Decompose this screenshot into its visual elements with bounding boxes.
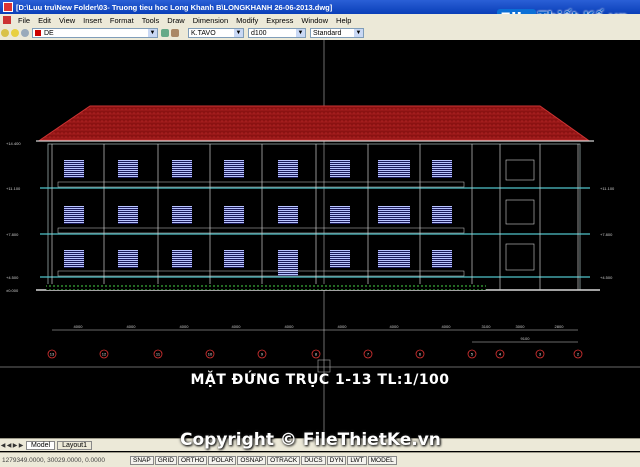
- level-label: +11.100: [6, 186, 21, 191]
- dimension-label: 2800: [555, 324, 565, 329]
- menu-help[interactable]: Help: [332, 16, 355, 25]
- tab-last-icon[interactable]: ▶: [18, 442, 24, 449]
- layer-value: DE: [44, 29, 54, 37]
- ortho-toggle[interactable]: ORTHO: [177, 455, 208, 465]
- grid-label: 8: [315, 352, 318, 357]
- overall-dimension-label: 9100: [521, 336, 531, 341]
- tab-model[interactable]: Model: [26, 440, 56, 450]
- menu-window[interactable]: Window: [297, 16, 332, 25]
- ducs-toggle[interactable]: DUCS: [301, 455, 326, 465]
- menu-modify[interactable]: Modify: [232, 16, 262, 25]
- dyn-toggle[interactable]: DYN: [326, 455, 347, 465]
- text-style-value: K.TAVO: [191, 29, 216, 37]
- level-label: ±0.000: [6, 288, 19, 293]
- dimension-label: 4000: [74, 324, 84, 329]
- dimension-label: 3000: [516, 324, 526, 329]
- menu-view[interactable]: View: [55, 16, 79, 25]
- dimension-label: 4000: [442, 324, 452, 329]
- grid-label: 3: [539, 352, 542, 357]
- level-label: +4.500: [6, 275, 19, 280]
- grid-label: 2: [577, 352, 580, 357]
- lwt-toggle[interactable]: LWT: [347, 455, 367, 465]
- level-label: +4.500: [600, 275, 613, 280]
- level-label: +14.400: [6, 141, 21, 146]
- title-bar: [D:\Luu tru\New Folder\03- Truong tieu h…: [0, 0, 640, 28]
- chevron-down-icon[interactable]: ▼: [148, 29, 157, 37]
- snap-toggle[interactable]: SNAP: [130, 455, 154, 465]
- grid-label: 11: [156, 352, 161, 357]
- menu-tools[interactable]: Tools: [138, 16, 164, 25]
- layer-dropdown[interactable]: DE ▼: [32, 28, 158, 38]
- window-title: [D:\Luu tru\New Folder\03- Truong tieu h…: [16, 2, 333, 12]
- windows-floor-1: [64, 250, 452, 276]
- dimension-label: 4000: [338, 324, 348, 329]
- layer-previous-icon[interactable]: [171, 29, 179, 37]
- drawing-caption: MẶT ĐỨNG TRỤC 1-13 TL:1/100: [190, 372, 450, 388]
- layer-color-swatch: [35, 30, 41, 36]
- grid-label: 12: [102, 352, 107, 357]
- grid-label: 6: [419, 352, 422, 357]
- menu-format[interactable]: Format: [106, 16, 138, 25]
- grid-label: 4: [499, 352, 502, 357]
- dimension-label: 4000: [390, 324, 400, 329]
- menu-express[interactable]: Express: [262, 16, 297, 25]
- table-style-dropdown[interactable]: Standard ▼: [310, 28, 364, 38]
- menu-draw[interactable]: Draw: [163, 16, 189, 25]
- layer-state-icon[interactable]: [1, 29, 9, 37]
- grid-label: 7: [367, 352, 370, 357]
- otrack-toggle[interactable]: OTRACK: [267, 455, 301, 465]
- status-bar: 1279349.0000, 30029.0000, 0.0000 SNAP GR…: [0, 452, 640, 467]
- roof: [38, 105, 590, 141]
- menu-edit[interactable]: Edit: [34, 16, 55, 25]
- autocad-app-icon[interactable]: [3, 2, 13, 12]
- menu-insert[interactable]: Insert: [79, 16, 106, 25]
- windows-floor-3: [64, 160, 452, 178]
- coordinates-readout: 1279349.0000, 30029.0000, 0.0000: [2, 456, 106, 464]
- grid-label: 13: [50, 352, 55, 357]
- table-style-value: Standard: [313, 29, 342, 37]
- dim-style-dropdown[interactable]: d100 ▼: [248, 28, 306, 38]
- properties-toolbar: DE ▼ K.TAVO ▼ d100 ▼ Standard ▼: [0, 26, 640, 41]
- grid-toggle[interactable]: GRID: [154, 455, 177, 465]
- make-current-icon[interactable]: [161, 29, 169, 37]
- text-style-dropdown[interactable]: K.TAVO ▼: [188, 28, 244, 38]
- level-label: +7.800: [600, 232, 613, 237]
- tab-layout1[interactable]: Layout1: [57, 440, 92, 450]
- watermark: Copyright © FileThietKe.vn: [180, 430, 441, 450]
- osnap-toggle[interactable]: OSNAP: [237, 455, 267, 465]
- level-label: +7.800: [6, 232, 19, 237]
- chevron-down-icon[interactable]: ▼: [234, 29, 243, 37]
- model-toggle[interactable]: MODEL: [367, 455, 397, 465]
- stair-tower: [505, 159, 535, 271]
- polar-toggle[interactable]: POLAR: [208, 455, 237, 465]
- grid-labels: 13 12 11 10 9 8 7 6 5 4 3 2: [50, 352, 580, 357]
- dimension-label: 4000: [127, 324, 137, 329]
- freeze-icon[interactable]: [11, 29, 19, 37]
- lock-icon[interactable]: [21, 29, 29, 37]
- chevron-down-icon[interactable]: ▼: [354, 29, 363, 37]
- grid-label: 9: [261, 352, 264, 357]
- dimension-label: 3100: [482, 324, 492, 329]
- menu-file[interactable]: File: [14, 16, 34, 25]
- dimension-label: 4000: [232, 324, 242, 329]
- menu-dimension[interactable]: Dimension: [189, 16, 232, 25]
- level-label: +11.100: [600, 186, 615, 191]
- dim-style-value: d100: [251, 29, 267, 37]
- windows-floor-2: [64, 206, 452, 224]
- hedge: [46, 284, 486, 290]
- document-icon[interactable]: [3, 16, 11, 24]
- grid-label: 5: [471, 352, 474, 357]
- dimension-label: 4000: [285, 324, 295, 329]
- dimension-labels: 4000 4000 4000 4000 4000 4000 4000 4000 …: [74, 324, 565, 341]
- chevron-down-icon[interactable]: ▼: [296, 29, 305, 37]
- grid-label: 10: [208, 352, 213, 357]
- dimension-label: 4000: [180, 324, 190, 329]
